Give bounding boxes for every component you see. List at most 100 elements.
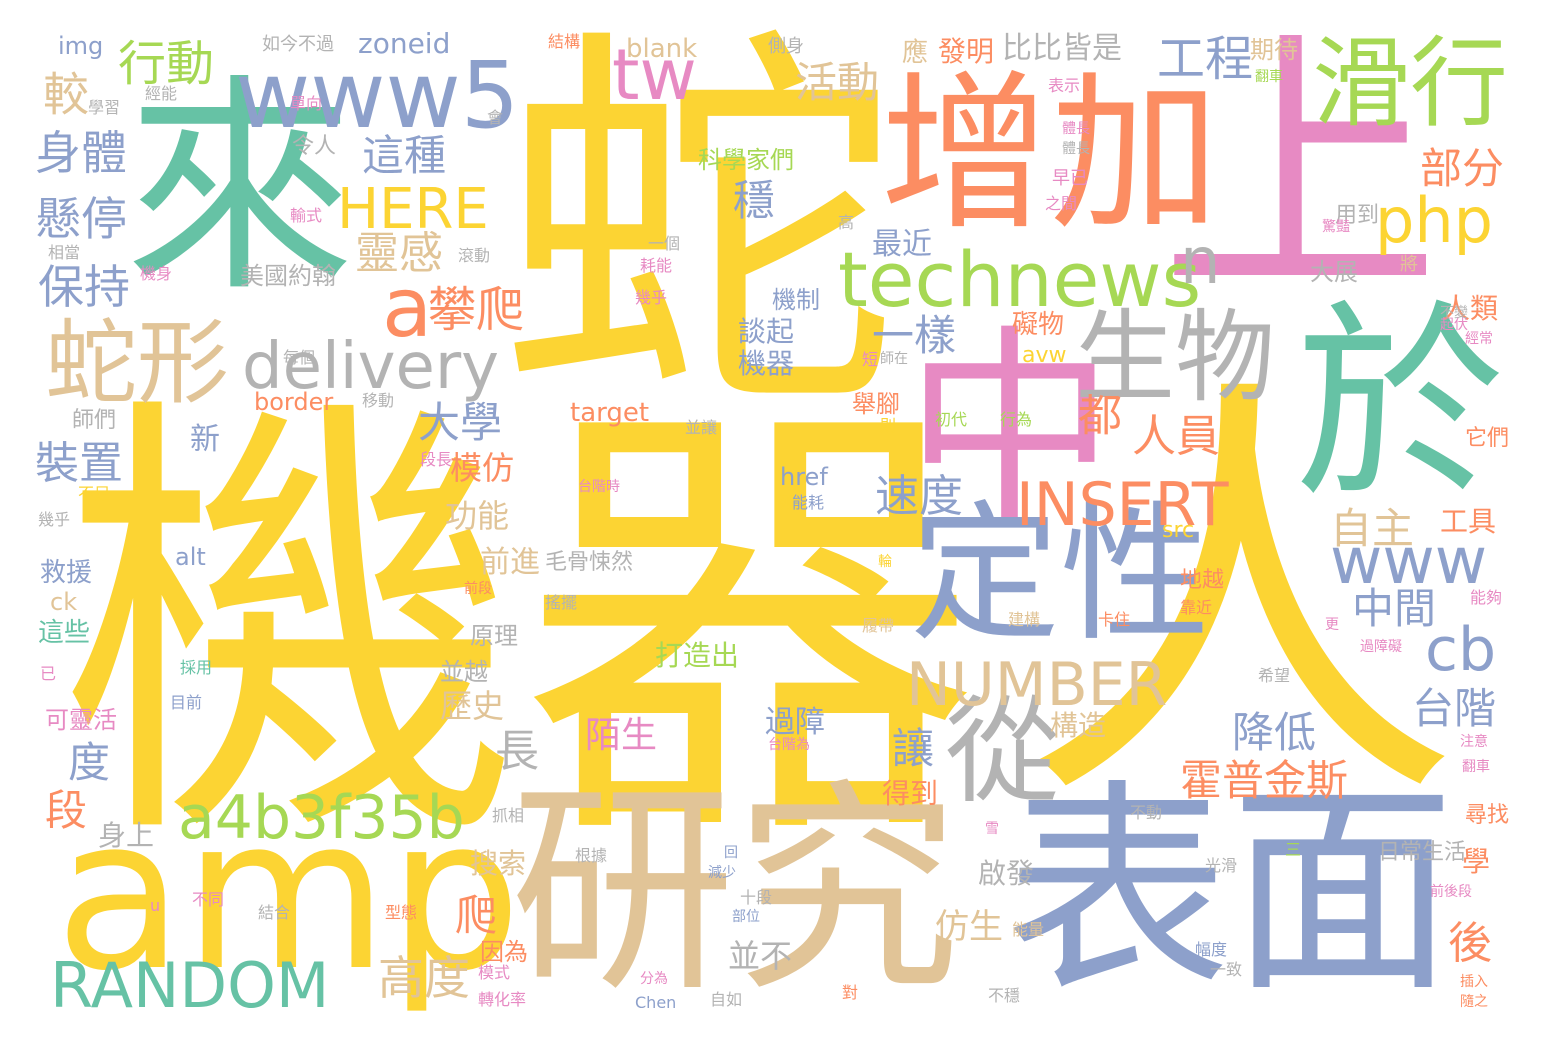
word-xuanting: 懸停 (35, 192, 127, 246)
word-xue-snow: 雪 (985, 821, 999, 837)
word-ceshen: 側身 (768, 36, 804, 57)
word-zaoyi: 早已 (1052, 168, 1088, 189)
word-butong: 不同 (192, 890, 225, 909)
word-bingyue: 並越 (440, 658, 488, 686)
word-biaoshi: 表示 (1048, 76, 1081, 95)
word-gongcheng: 工程 (1157, 31, 1254, 87)
word-danxiang: 單向 (290, 94, 323, 113)
word-shenti: 身體 (35, 126, 127, 180)
word-zhongjian: 中間 (1352, 584, 1437, 633)
word-linggan: 靈感 (355, 228, 443, 279)
word-xunzhao: 尋找 (1465, 803, 1510, 828)
word-jingchang: 經常 (1465, 331, 1493, 347)
word-jiqi-small: 機器 (738, 347, 795, 380)
word-nenggou: 能夠 (1470, 588, 1503, 607)
word-fangsheng: 仿生 (935, 907, 1003, 947)
word-zhuanhualv: 轉化率 (478, 990, 527, 1009)
word-xingtai: 型態 (385, 903, 418, 922)
word-shizai: 師在 (880, 351, 908, 367)
word-jingyan: 驚豔 (1322, 219, 1350, 235)
word-jujiao: 舉腳 (852, 390, 900, 418)
word-meige: 每個 (283, 348, 316, 367)
word-insert: INSERT (1016, 470, 1229, 540)
word-qidai: 期待 (1250, 36, 1298, 64)
word-jingneng: 經能 (145, 84, 178, 103)
word-gongju: 工具 (1440, 505, 1497, 538)
word-zuijin: 最近 (872, 227, 932, 262)
word-haoneng: 耗能 (640, 256, 673, 275)
word-geng: 更 (1325, 617, 1339, 633)
word-jiangdi: 降低 (1232, 708, 1317, 757)
word-chudai: 初代 (935, 410, 968, 429)
word-ck: ck (50, 588, 78, 616)
word-guozhangai: 過障礙 (1360, 639, 1402, 655)
word-xingdong: 行動 (118, 36, 215, 92)
word-lüdai: 履帶 (862, 616, 895, 635)
word-jihu: 幾乎 (635, 288, 668, 307)
word-random: RANDOM (50, 949, 330, 1022)
word-ying: 應 (902, 38, 929, 68)
word-tichang: 體長 (1062, 121, 1090, 137)
word-yizhi: 一致 (1210, 960, 1243, 979)
word-xuexi: 學習 (88, 98, 121, 117)
word-richangshenghuo: 日常生活 (1378, 840, 1467, 865)
word-gao: 高 (838, 213, 855, 232)
word-taijiewei: 台階為 (768, 737, 810, 753)
word-zhezhong: 這種 (362, 131, 447, 180)
word-renyuan: 人員 (1132, 411, 1220, 462)
word-bufen: 部分 (1420, 144, 1505, 193)
word-kexuejiamen: 科學家們 (698, 146, 794, 174)
word-avw: avw (1022, 343, 1067, 368)
word-wen: 穩 (733, 176, 776, 225)
word-dui: 對 (842, 983, 859, 1002)
word-mosheng: 陌生 (585, 715, 658, 756)
word-duan: 段 (45, 786, 88, 835)
word-xiwang: 希望 (1258, 666, 1291, 685)
word-shexing: 蛇形 (45, 310, 230, 417)
word-blank: blank (626, 34, 698, 64)
word-aiwu: 礙物 (1012, 310, 1065, 340)
word-gongneng: 功能 (445, 497, 510, 535)
word-jiehe: 結合 (258, 903, 291, 922)
word-yuanli: 原理 (470, 622, 518, 650)
word-zhuaxiang: 抓相 (492, 806, 525, 825)
word-dazhan: 大展 (1310, 258, 1358, 286)
word-buzu: 不足 (78, 484, 111, 503)
word-number: NUMBER (906, 650, 1168, 720)
word-buwei: 部位 (732, 909, 760, 925)
word-rang: 讓 (892, 724, 935, 773)
word-daxue: 大學 (418, 398, 503, 447)
word-yinwei: 因為 (480, 938, 528, 966)
word-qifa: 啟發 (978, 857, 1035, 890)
word-www5: www5 (235, 42, 520, 149)
word-hou: 後 (1448, 918, 1492, 969)
word-yi: 已 (40, 664, 57, 683)
word-jiuyuan: 救援 (40, 558, 93, 588)
word-jishen: 機身 (140, 264, 173, 283)
word-lishi: 歷史 (440, 687, 505, 725)
word-li: 例 (776, 493, 793, 512)
word-img: img (58, 32, 104, 60)
word-qianjin: 前進 (480, 545, 540, 580)
word-yaobai: 搖擺 (545, 593, 578, 612)
word-dazaochu: 打造出 (655, 639, 740, 672)
word-genju: 根據 (575, 846, 608, 865)
word-pa: 爬 (455, 891, 498, 940)
word-tichang2: 體長 (1062, 141, 1090, 157)
word-zizhu: 自主 (1330, 504, 1415, 553)
word-src: src (1162, 518, 1195, 543)
word-maogusongran: 毛骨悚然 (545, 550, 634, 575)
word-zhuyi: 注意 (1460, 734, 1488, 750)
word-php: php (1375, 184, 1494, 257)
word-rujinbuguo: 如今不過 (262, 34, 334, 55)
word-jiegou: 結構 (548, 32, 581, 51)
word-xingwei: 行為 (1000, 410, 1033, 429)
word-charu: 插入 (1460, 974, 1488, 990)
word-buwen: 不穩 (988, 986, 1021, 1005)
word-qianhouduan: 前後段 (1430, 884, 1472, 900)
word-dou: 都 (1070, 392, 1121, 436)
word-zoneid: zoneid (358, 27, 451, 60)
word-caiyong: 採用 (180, 658, 213, 677)
word-alt: alt (175, 543, 206, 571)
word-fenwei: 分為 (640, 971, 668, 987)
